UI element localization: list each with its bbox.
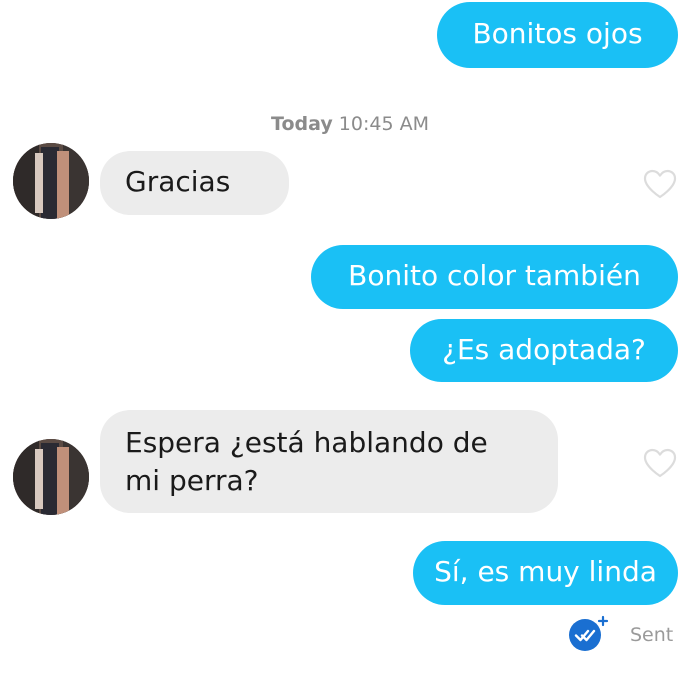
heart-outline-icon[interactable] [642, 168, 678, 200]
heart-outline-icon[interactable] [642, 447, 678, 479]
outgoing-message[interactable]: Bonito color también [311, 245, 678, 309]
outgoing-message[interactable]: Bonitos ojos [437, 2, 678, 68]
message-line: mi perra? [125, 464, 259, 497]
message-line: Espera ¿está hablando de [125, 426, 488, 459]
message-timestamp: Today 10:45 AM [0, 113, 700, 135]
timestamp-time: 10:45 AM [338, 113, 429, 135]
outgoing-message[interactable]: ¿Es adoptada? [410, 319, 678, 382]
incoming-message[interactable]: Espera ¿está hablando de mi perra? [100, 410, 558, 513]
timestamp-day: Today [271, 113, 333, 135]
incoming-message[interactable]: Gracias [100, 151, 289, 215]
outgoing-message[interactable]: Sí, es muy linda [413, 541, 678, 605]
double-check-icon [567, 615, 609, 653]
sent-status-label: Sent [630, 624, 674, 646]
chat-thread: Bonitos ojos Today 10:45 AM Gracias Boni… [0, 0, 700, 700]
contact-avatar[interactable] [13, 143, 89, 219]
contact-avatar[interactable] [13, 439, 89, 515]
